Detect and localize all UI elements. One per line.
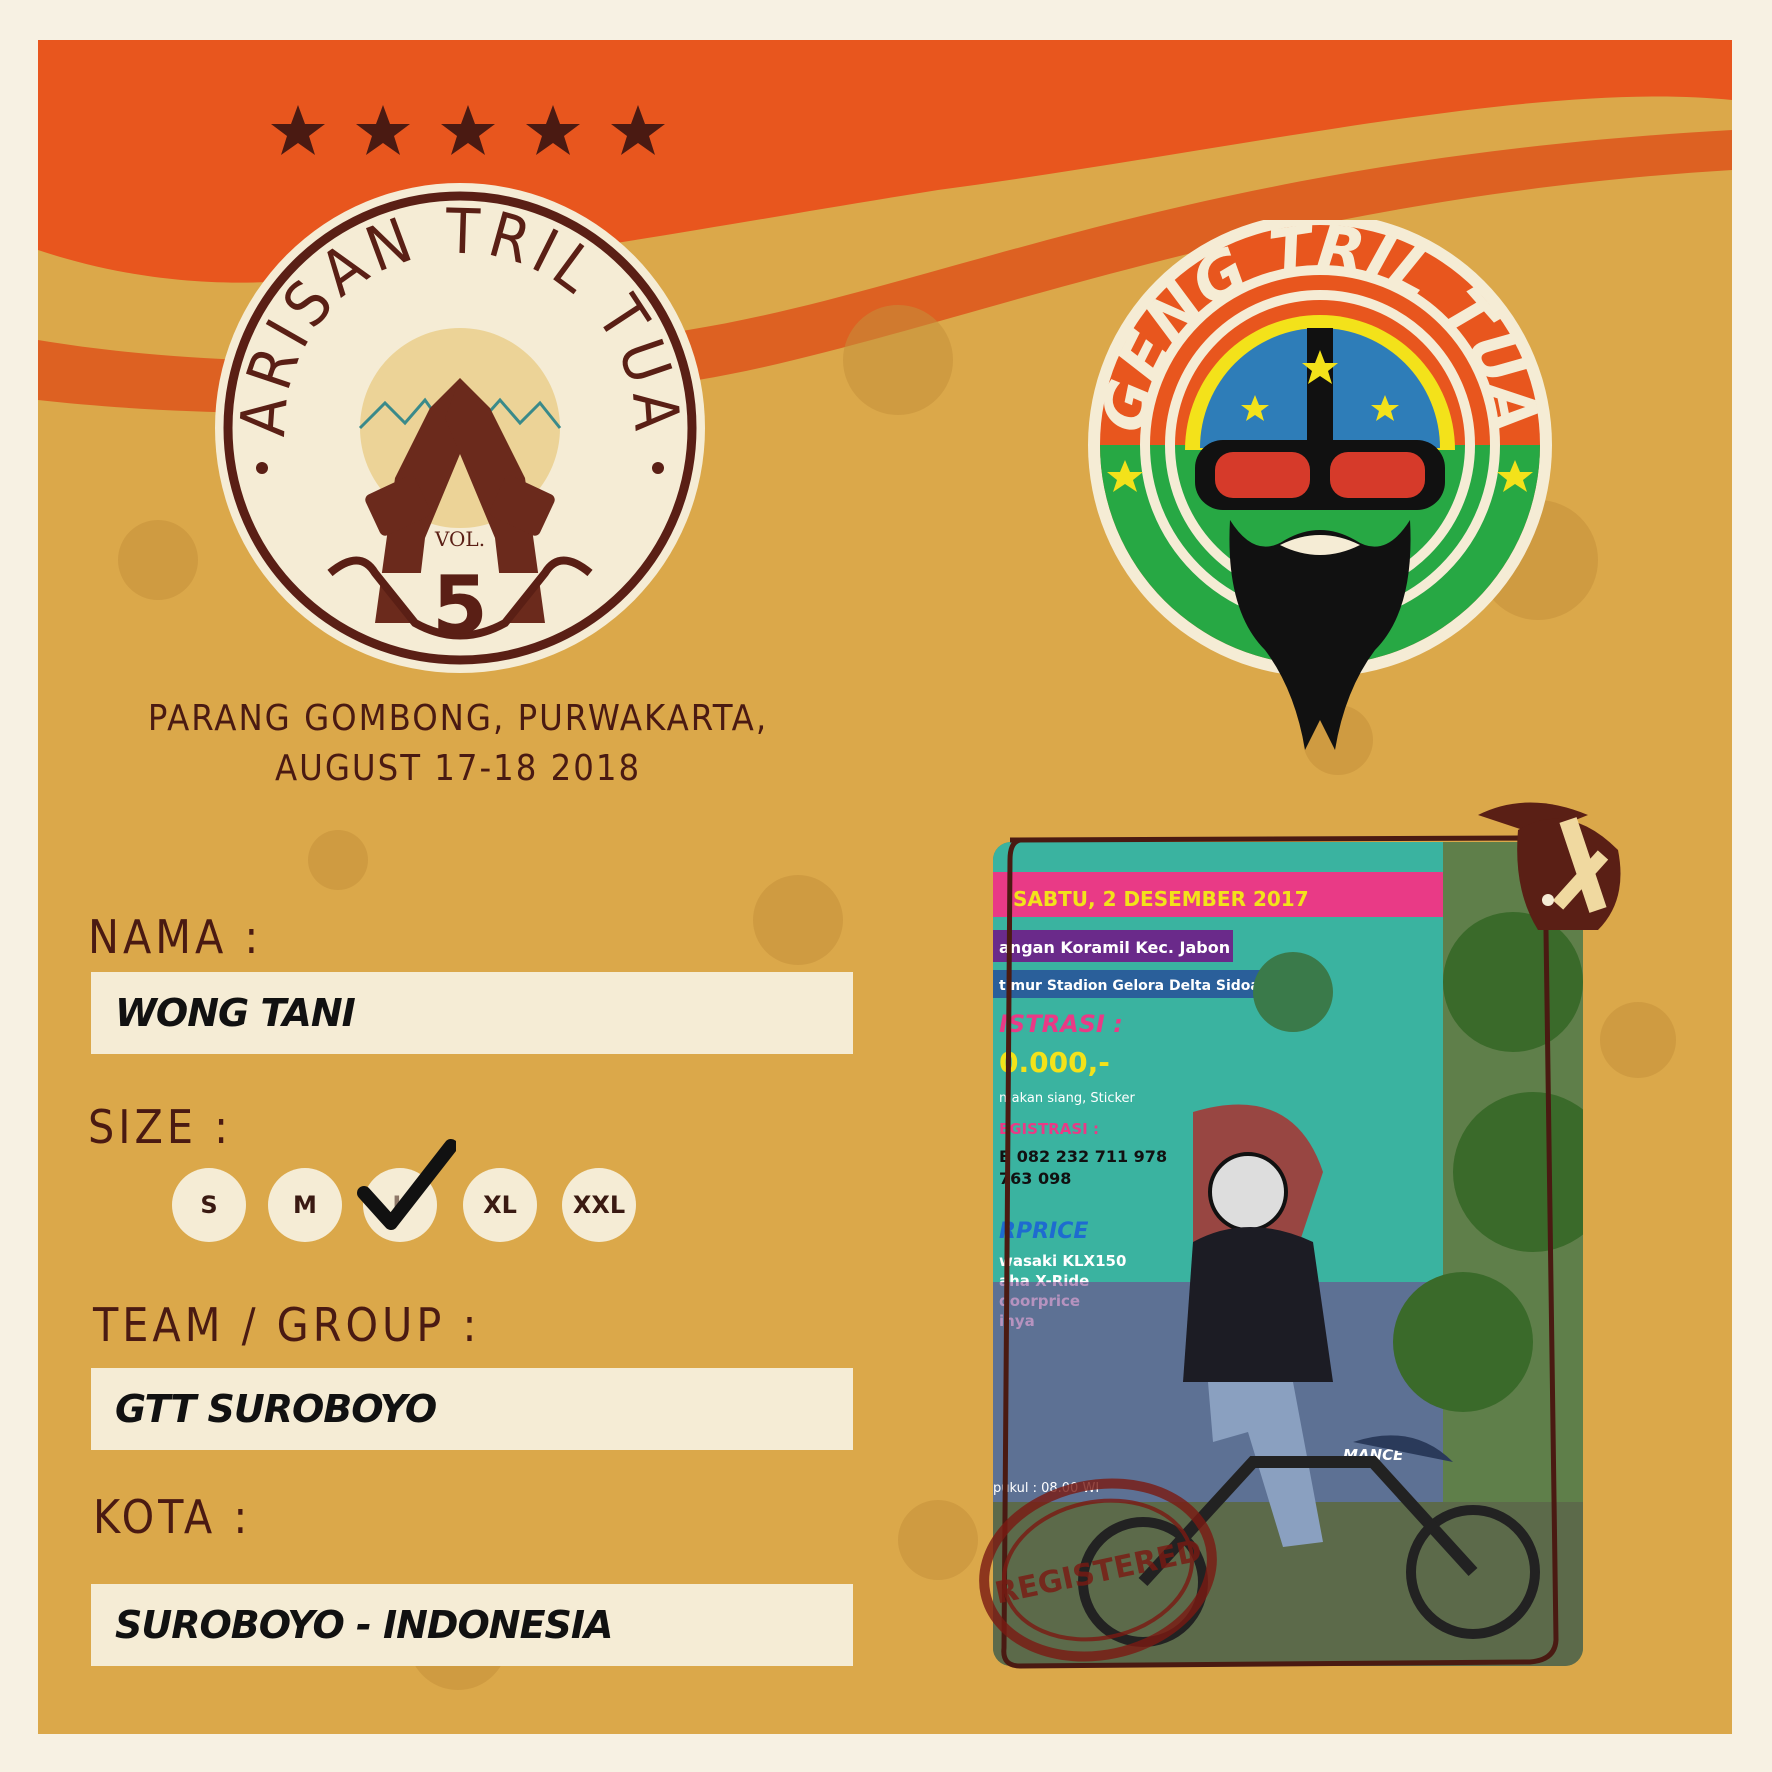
nama-field: WONG TANI [91,972,853,1054]
nama-value: WONG TANI [115,991,356,1035]
registration-card: ARISAN TRIL TUA VOL. 5 PARANG GOMBONG, P… [38,40,1732,1734]
kota-label: KOTA : [93,1490,252,1544]
geng-tril-tua-logo: GENG TRIL TUA [1087,220,1553,750]
size-label: SIZE : [88,1100,233,1154]
size-option-xxl: XXL [562,1168,636,1242]
helmet-icon [1478,802,1621,930]
checkmark-icon [357,1139,456,1230]
kota-value: SUROBOYO - INDONESIA [115,1603,613,1647]
badge-vol: VOL. [434,527,485,551]
stamp-text: REGISTERED [992,1533,1205,1611]
team-label: TEAM / GROUP : [93,1298,481,1352]
event-date: AUGUST 17-18 2018 [274,748,642,789]
size-option-m: M [268,1168,342,1242]
nama-label: NAMA : [88,910,263,964]
kota-field: SUROBOYO - INDONESIA [91,1584,853,1666]
star-icon [526,105,580,155]
star-icon [441,105,495,155]
size-option-s: S [172,1168,246,1242]
star-icon [611,105,665,155]
team-value: GTT SUROBOYO [115,1387,437,1431]
badge-number: 5 [432,559,488,652]
event-location: PARANG GOMBONG, PURWAKARTA, [147,698,769,739]
rating-stars [271,105,665,155]
team-field: GTT SUROBOYO [91,1368,853,1450]
arisan-tril-tua-badge: ARISAN TRIL TUA VOL. 5 [215,183,705,673]
size-option-xl: XL [463,1168,537,1242]
registered-stamp: REGISTERED [979,1478,1217,1662]
star-icon [356,105,410,155]
star-icon [271,105,325,155]
